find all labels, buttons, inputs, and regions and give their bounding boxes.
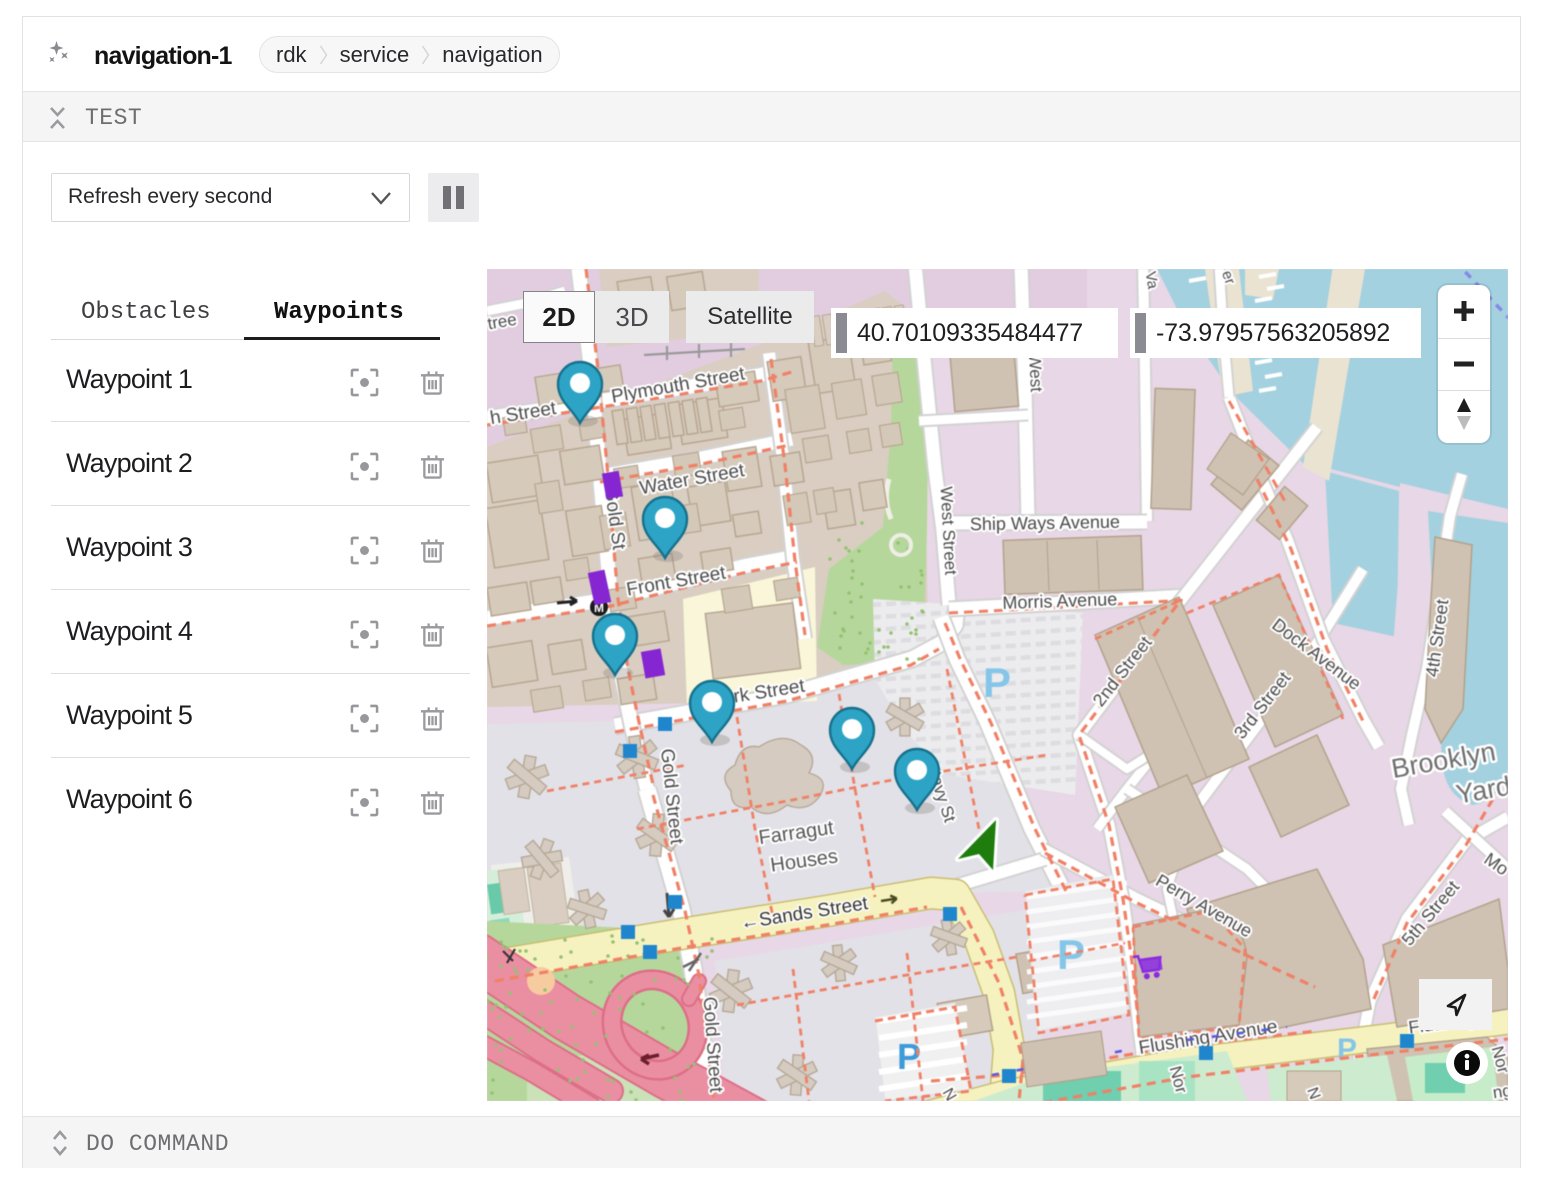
svg-text:West: West: [1025, 353, 1046, 393]
svg-text:Morris Avenue: Morris Avenue: [1002, 589, 1117, 613]
svg-text:P: P: [983, 659, 1011, 706]
svg-text:P: P: [1337, 1033, 1357, 1066]
svg-text:P: P: [1057, 931, 1085, 978]
svg-text:Ship Ways Avenue: Ship Ways Avenue: [970, 512, 1120, 535]
svg-text:ng: ng: [1492, 1081, 1508, 1101]
